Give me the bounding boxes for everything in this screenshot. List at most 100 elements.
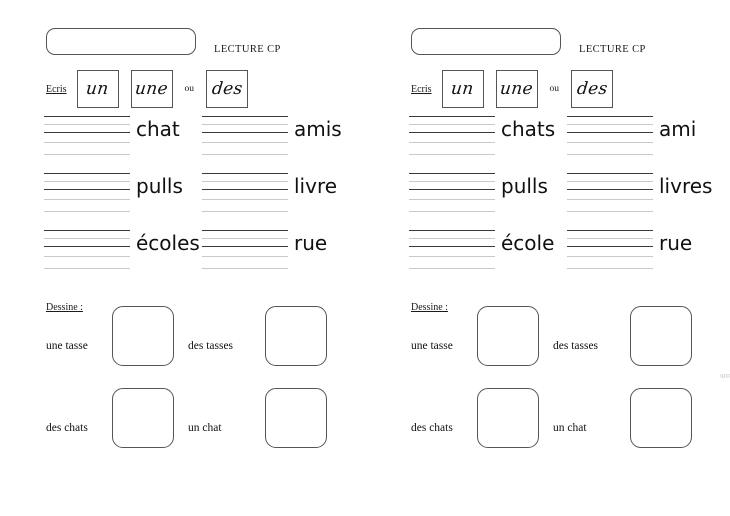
rule-line bbox=[202, 124, 288, 125]
student-name-box[interactable] bbox=[46, 28, 196, 55]
rule-line bbox=[409, 268, 495, 269]
writing-cell: livre bbox=[202, 170, 337, 214]
rule-line bbox=[202, 230, 288, 231]
drawing-label: des chats bbox=[411, 422, 453, 434]
writing-lines[interactable] bbox=[567, 170, 653, 214]
rule-line bbox=[44, 238, 130, 239]
rule-line bbox=[202, 154, 288, 155]
writing-cell: rue bbox=[567, 227, 692, 271]
vocabulary-word: ami bbox=[659, 117, 697, 141]
ecris-label: Ecris bbox=[411, 83, 432, 95]
rule-line bbox=[567, 238, 653, 239]
writing-cell: ami bbox=[567, 113, 696, 157]
rule-line bbox=[44, 124, 130, 125]
writing-cell: chats bbox=[409, 113, 555, 157]
worksheet-half-left: LECTURE CP Ecris un une ou des chat amis… bbox=[0, 0, 365, 516]
writing-lines[interactable] bbox=[567, 113, 653, 157]
writing-lines[interactable] bbox=[202, 170, 288, 214]
worksheet-half-right: LECTURE CP Ecris un une ou des chats ami… bbox=[365, 0, 730, 516]
drawing-box[interactable] bbox=[630, 388, 692, 448]
determiner-box-des[interactable]: des bbox=[571, 70, 614, 108]
rule-line bbox=[567, 268, 653, 269]
rule-line bbox=[567, 124, 653, 125]
determiner-word-un: un bbox=[450, 79, 475, 99]
rule-line bbox=[44, 246, 130, 247]
rule-line bbox=[567, 199, 653, 200]
determiner-box-un[interactable]: un bbox=[76, 70, 119, 108]
vocabulary-word: école bbox=[501, 231, 555, 255]
writing-cell: livres bbox=[567, 170, 712, 214]
determiner-box-un[interactable]: un bbox=[441, 70, 484, 108]
rule-line bbox=[44, 230, 130, 231]
rule-line bbox=[44, 189, 130, 190]
drawing-box[interactable] bbox=[630, 306, 692, 366]
writing-cell: rue bbox=[202, 227, 327, 271]
writing-lines[interactable] bbox=[409, 170, 495, 214]
writing-lines[interactable] bbox=[202, 113, 288, 157]
rule-line bbox=[567, 230, 653, 231]
rule-line bbox=[44, 268, 130, 269]
rule-line bbox=[202, 189, 288, 190]
drawing-box[interactable] bbox=[477, 388, 539, 448]
writing-lines[interactable] bbox=[409, 227, 495, 271]
rule-line bbox=[202, 211, 288, 212]
subject-label: LECTURE CP bbox=[214, 44, 281, 55]
writing-row: pulls livres bbox=[365, 170, 730, 227]
drawing-box[interactable] bbox=[477, 306, 539, 366]
writing-lines[interactable] bbox=[567, 227, 653, 271]
writing-cell: école bbox=[409, 227, 554, 271]
writing-exercise-grid: chat amis pulls livre écoles rue bbox=[0, 113, 365, 284]
subject-label: LECTURE CP bbox=[579, 44, 646, 55]
writing-lines[interactable] bbox=[202, 227, 288, 271]
drawing-box[interactable] bbox=[265, 306, 327, 366]
rule-line bbox=[567, 154, 653, 155]
rule-line bbox=[567, 173, 653, 174]
student-name-box[interactable] bbox=[411, 28, 561, 55]
writing-cell: chat bbox=[44, 113, 180, 157]
vocabulary-word: pulls bbox=[136, 174, 183, 198]
writing-lines[interactable] bbox=[409, 113, 495, 157]
vocabulary-word: pulls bbox=[501, 174, 548, 198]
rule-line bbox=[567, 142, 653, 143]
rule-line bbox=[202, 199, 288, 200]
rule-line bbox=[409, 124, 495, 125]
drawing-box[interactable] bbox=[112, 306, 174, 366]
drawing-label: des chats bbox=[46, 422, 88, 434]
rule-line bbox=[44, 256, 130, 257]
rule-line bbox=[202, 116, 288, 117]
determiner-word-un: un bbox=[85, 79, 110, 99]
determiner-box-des[interactable]: des bbox=[206, 70, 249, 108]
rule-line bbox=[409, 142, 495, 143]
writing-lines[interactable] bbox=[44, 227, 130, 271]
vocabulary-word: chat bbox=[136, 117, 180, 141]
worksheet-page: LECTURE CP Ecris un une ou des chat amis… bbox=[0, 0, 730, 516]
rule-line bbox=[409, 230, 495, 231]
vocabulary-word: livre bbox=[294, 174, 338, 198]
writing-cell: amis bbox=[202, 113, 342, 157]
rule-line bbox=[409, 189, 495, 190]
drawing-box[interactable] bbox=[112, 388, 174, 448]
writing-row: chat amis bbox=[0, 113, 365, 170]
ecris-label: Ecris bbox=[46, 83, 67, 95]
rule-line bbox=[409, 238, 495, 239]
determiner-box-une[interactable]: une bbox=[130, 70, 173, 108]
writing-row: chats ami bbox=[365, 113, 730, 170]
writing-row: écoles rue bbox=[0, 227, 365, 284]
rule-line bbox=[567, 211, 653, 212]
rule-line bbox=[202, 268, 288, 269]
rule-line bbox=[409, 211, 495, 212]
vocabulary-word: rue bbox=[294, 231, 328, 255]
determiner-box-une[interactable]: une bbox=[495, 70, 538, 108]
rule-line bbox=[567, 181, 653, 182]
rule-line bbox=[44, 173, 130, 174]
rule-line bbox=[567, 256, 653, 257]
writing-lines[interactable] bbox=[44, 113, 130, 157]
writing-lines[interactable] bbox=[44, 170, 130, 214]
rule-line bbox=[409, 256, 495, 257]
rule-line bbox=[44, 116, 130, 117]
drawing-box[interactable] bbox=[265, 388, 327, 448]
determiner-word-une: une bbox=[134, 79, 170, 99]
rule-line bbox=[202, 173, 288, 174]
rule-line bbox=[567, 189, 653, 190]
rule-line bbox=[409, 154, 495, 155]
